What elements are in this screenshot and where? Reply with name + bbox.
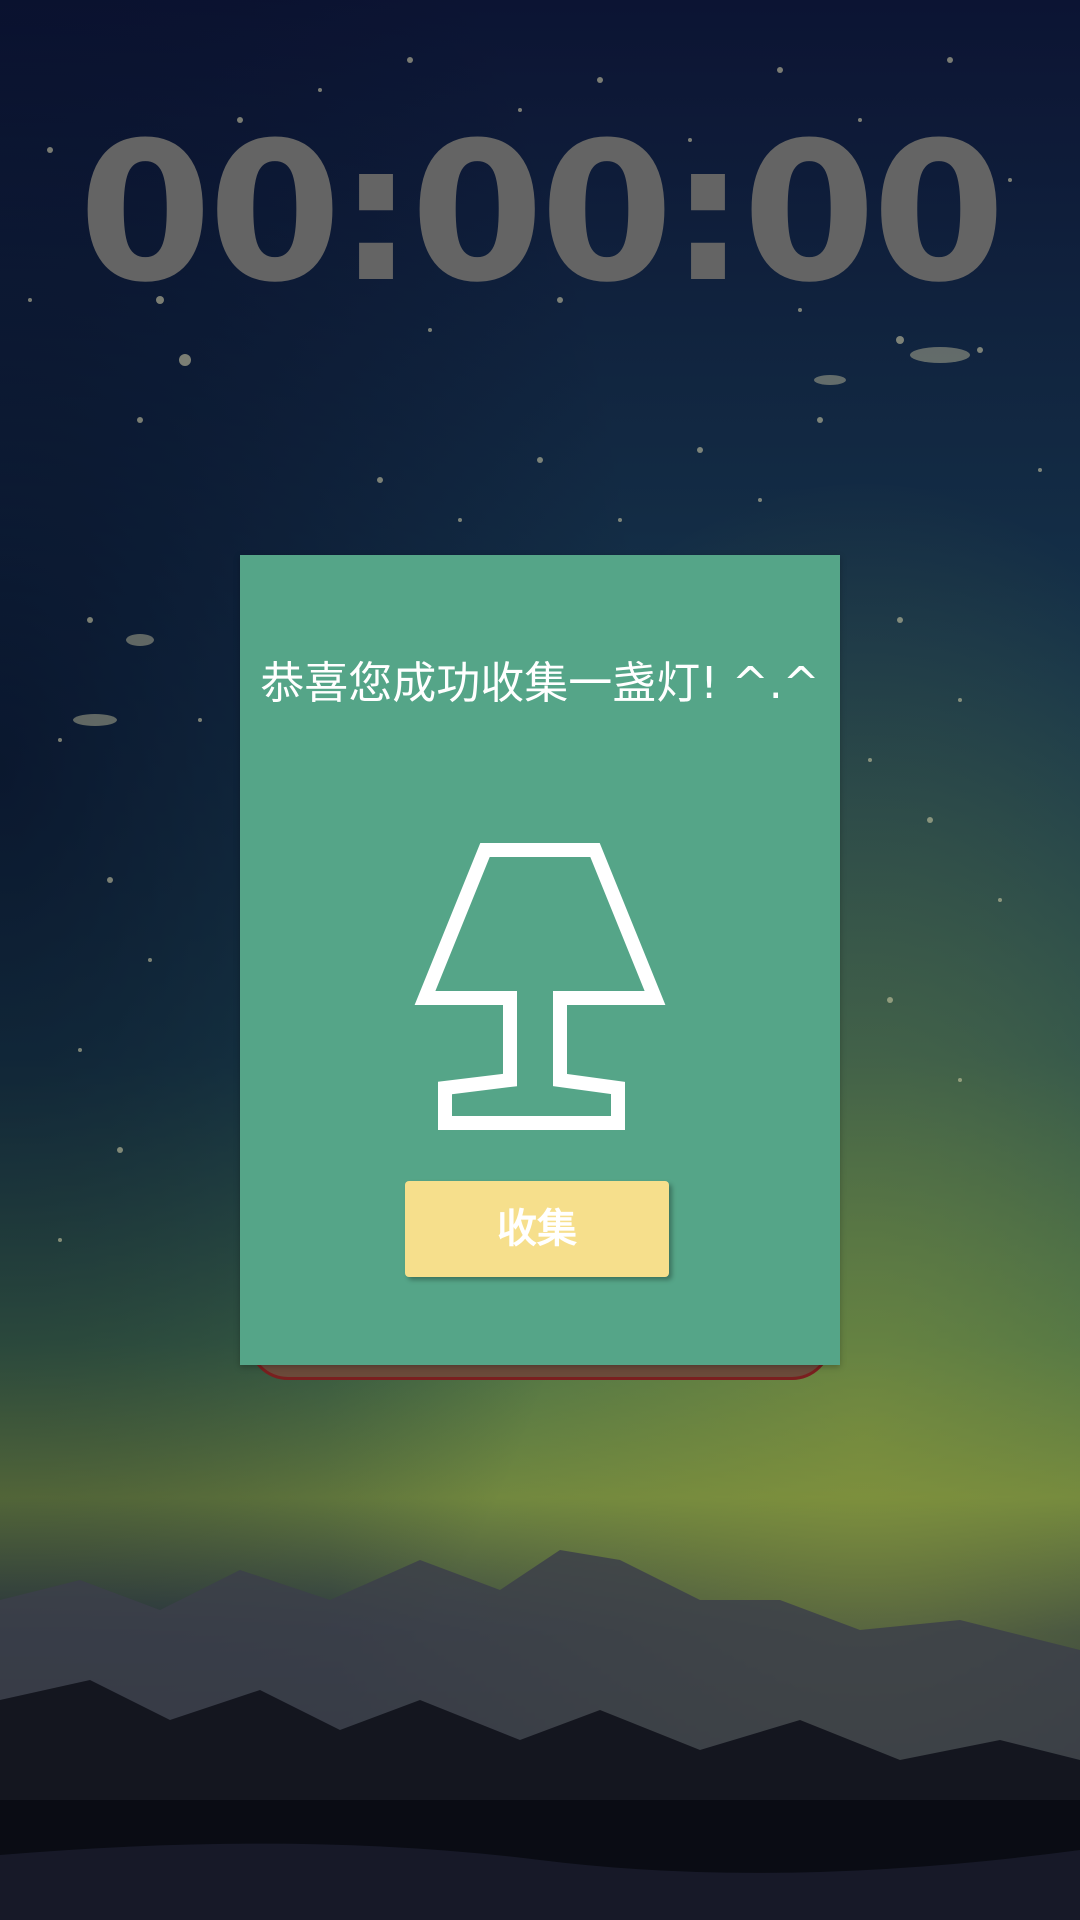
collect-lamp-dialog: 恭喜您成功收集一盏灯! ^.^ 收集: [240, 555, 840, 1365]
collect-button[interactable]: 收集: [405, 1181, 669, 1277]
countdown-timer: 00:00:00: [78, 102, 1005, 325]
lamp-icon: [400, 840, 680, 1130]
dialog-message: 恭喜您成功收集一盏灯! ^.^: [260, 658, 820, 709]
